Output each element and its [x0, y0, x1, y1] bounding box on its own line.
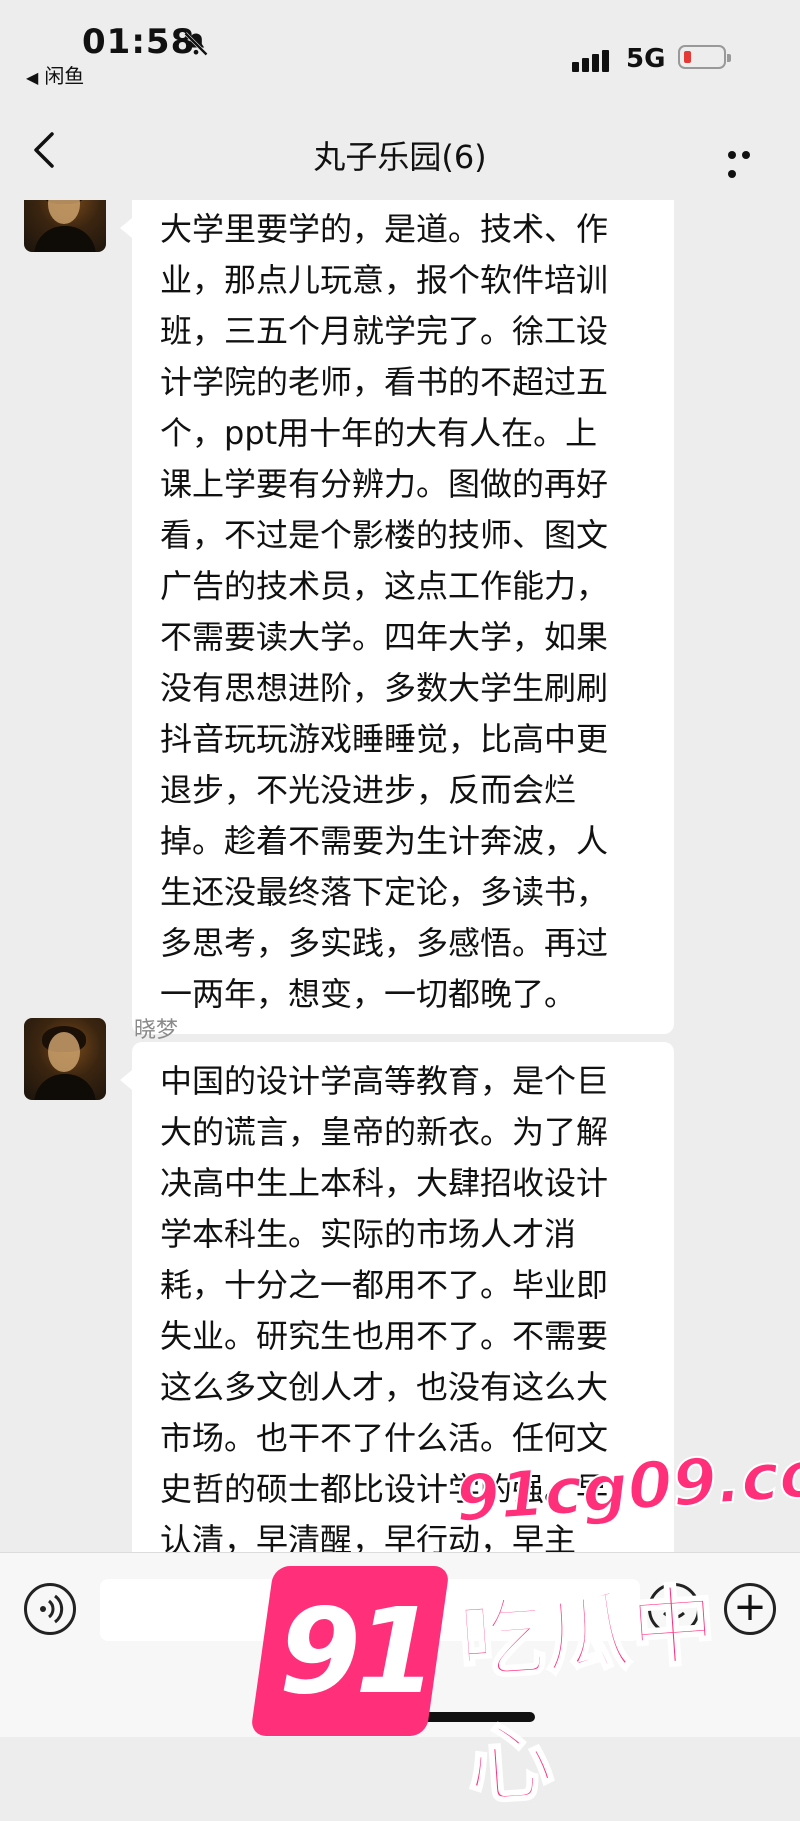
network-type: 5G — [626, 44, 666, 74]
message-line: 课上学要有分辨力。图做的再好 — [160, 465, 609, 503]
status-bar: 01:58 ◀ 闲鱼 5G — [0, 0, 800, 100]
message-line: 退步，不光没进步，反而会烂 — [160, 771, 577, 809]
more-icon[interactable] — [728, 144, 768, 178]
message-line: 中国的设计学高等教育，是个巨 — [160, 1062, 609, 1100]
back-app-label: 闲鱼 — [44, 64, 85, 88]
bell-muted-icon — [184, 32, 208, 56]
message-line: 抖音玩玩游戏睡睡觉，比高中更 — [160, 720, 609, 758]
message-line: 大的谎言，皇帝的新衣。为了解 — [160, 1113, 609, 1151]
message-list[interactable]: 大学里要学的，是道。技术、作 业，那点儿玩意，报个软件培训 班，三五个月就学完了。徐… — [0, 200, 800, 1552]
message-line: 学本科生。实际的市场人才消 — [160, 1215, 577, 1253]
message-line: 耗，十分之一都用不了。毕业即 — [160, 1266, 609, 1304]
back-to-app-link[interactable]: ◀ 闲鱼 — [26, 60, 84, 89]
message-line: 广告的技术员，这点工作能力， — [160, 567, 609, 605]
watermark-number: 91 — [278, 1582, 437, 1720]
chat-header: 丸子乐园(6) — [0, 100, 800, 200]
message-line: 看，不过是个影楼的技师、图文 — [160, 516, 609, 554]
message-line: 掉。趁着不需要为生计奔波，人 — [160, 822, 609, 860]
status-time: 01:58 — [82, 22, 196, 62]
message-line: 这么多文创人才，也没有这么大 — [160, 1368, 609, 1406]
message-line: 计学院的老师，看书的不超过五 — [160, 363, 609, 401]
chat-title: 丸子乐园(6) — [313, 138, 487, 176]
voice-icon[interactable] — [24, 1583, 76, 1635]
message-line: 多思考，多实践，多感悟。再过 — [160, 924, 609, 962]
message-line: 一两年，想变，一切都晚了。 — [160, 975, 577, 1013]
sender-name: 晓梦 — [134, 1018, 179, 1043]
message-line: 不需要读大学。四年大学，如果 — [160, 618, 609, 656]
message-line: 决高中生上本科，大肆招收设计 — [160, 1164, 609, 1202]
message-line: 生还没最终落下定论，多读书， — [160, 873, 609, 911]
message-line: 班，三五个月就学完了。徐工设 — [160, 312, 609, 350]
message-bubble[interactable]: 大学里要学的，是道。技术、作 业，那点儿玩意，报个软件培训 班，三五个月就学完了。徐… — [120, 200, 674, 1034]
battery-icon — [678, 45, 731, 69]
avatar[interactable] — [24, 200, 106, 252]
message-line: 没有思想进阶，多数大学生刷刷 — [160, 669, 609, 707]
message-line: 业，那点儿玩意，报个软件培训 — [160, 261, 609, 299]
message-line: 大学里要学的，是道。技术、作 — [160, 210, 609, 248]
message-line: 失业。研究生也用不了。不需要 — [160, 1317, 609, 1355]
signal-icon — [572, 50, 609, 72]
avatar[interactable] — [24, 1018, 106, 1100]
message-line: 个，ppt用十年的大有人在。上 — [160, 414, 598, 452]
watermark-name: 吃瓜中心 — [454, 1574, 721, 1819]
back-triangle-icon: ◀ — [26, 68, 39, 87]
